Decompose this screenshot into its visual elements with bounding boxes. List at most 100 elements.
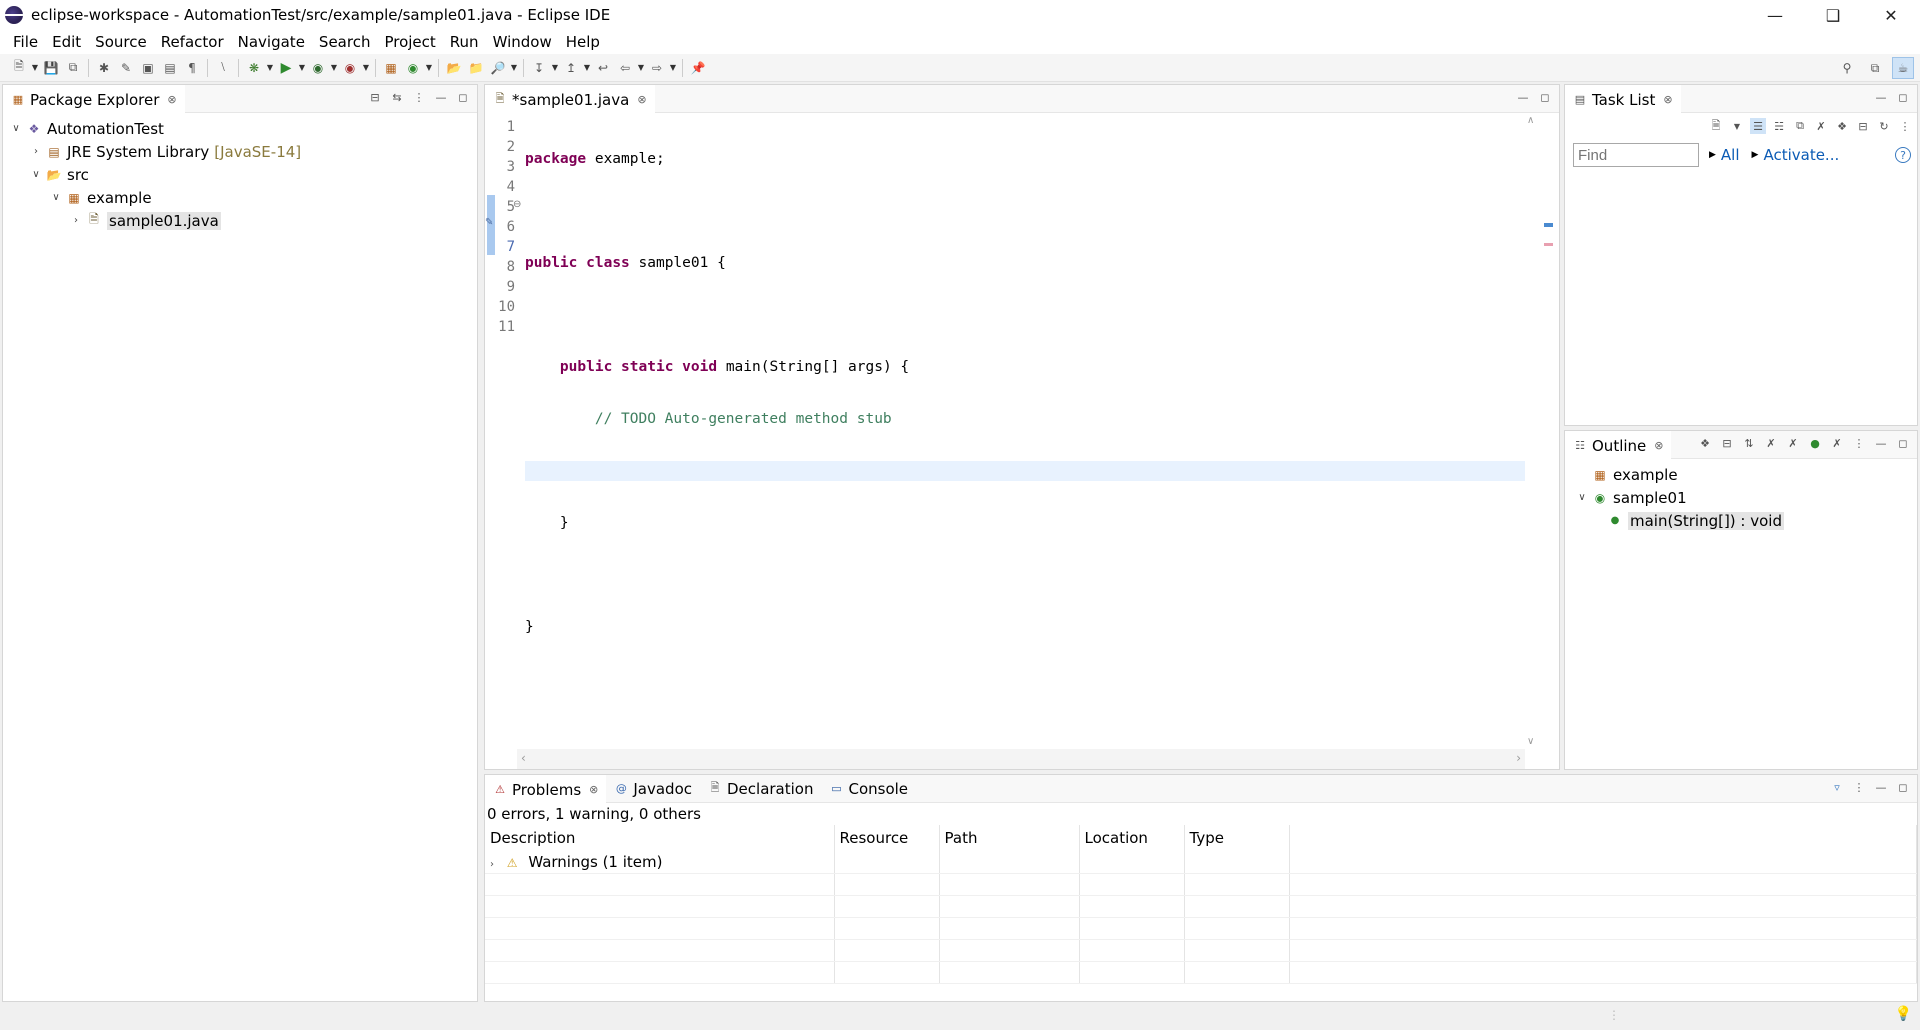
menu-refactor[interactable]: Refactor	[154, 33, 231, 51]
view-menu-icon[interactable]: ⋮	[411, 89, 427, 105]
tab-declaration[interactable]: 🗎 Declaration	[700, 775, 821, 803]
menu-window[interactable]: Window	[486, 33, 559, 51]
maximize-view-icon[interactable]: ◻	[1895, 89, 1911, 105]
column-header-type[interactable]: Type	[1184, 825, 1290, 851]
external-tools-icon[interactable]: ◉	[339, 57, 361, 79]
menu-file[interactable]: File	[6, 33, 45, 51]
whitespace-icon[interactable]: ¶	[181, 57, 203, 79]
scroll-down-icon[interactable]: ∨	[1527, 736, 1534, 747]
menu-source[interactable]: Source	[88, 33, 154, 51]
maximize-view-icon[interactable]: ◻	[1895, 779, 1911, 795]
close-tab-icon[interactable]: ⊗	[1654, 439, 1663, 452]
activate-link[interactable]: Activate...	[1763, 146, 1839, 164]
maximize-view-icon[interactable]: ◻	[455, 89, 471, 105]
outline-item-method[interactable]: ● main(String[]) : void	[1565, 509, 1917, 532]
next-annotation-dropdown-icon[interactable]: ▼	[550, 63, 560, 72]
run-icon[interactable]: ▶	[275, 57, 297, 79]
new-task-dropdown-icon[interactable]: ▼	[1729, 118, 1745, 134]
search-dropdown-icon[interactable]: ▼	[509, 63, 519, 72]
chevron-down-icon[interactable]: ∨	[49, 192, 63, 203]
skip-breakpoints-icon[interactable]: ⧵	[212, 57, 234, 79]
editor-horizontal-scrollbar[interactable]: ‹ ›	[517, 749, 1525, 769]
tree-item-src[interactable]: ∨ 📂 src	[3, 163, 477, 186]
hide-static-icon[interactable]: ✗	[1785, 435, 1801, 451]
scroll-right-icon[interactable]: ›	[1516, 751, 1521, 765]
new-java-package-icon[interactable]: ▦	[380, 57, 402, 79]
tree-item-package[interactable]: ∨ ▦ example	[3, 186, 477, 209]
menu-edit[interactable]: Edit	[45, 33, 88, 51]
close-tab-icon[interactable]: ⊗	[167, 93, 176, 106]
tree-item-file[interactable]: › 🗎 sample01.java	[3, 209, 477, 232]
hide-local-types-icon[interactable]: ✗	[1829, 435, 1845, 451]
minimize-button[interactable]: —	[1746, 0, 1804, 30]
open-type-icon[interactable]: 📂	[443, 57, 465, 79]
tip-lightbulb-icon[interactable]: 💡	[1895, 1006, 1912, 1022]
focus-icon[interactable]: ❖	[1697, 435, 1713, 451]
search-tool-icon[interactable]: 🔎	[487, 57, 509, 79]
forward-dropdown-icon[interactable]: ▼	[668, 63, 678, 72]
save-all-icon[interactable]: ⧉	[62, 57, 84, 79]
all-link[interactable]: All	[1721, 146, 1740, 164]
scheduled-icon[interactable]: ☵	[1771, 118, 1787, 134]
forward-icon[interactable]: ⇨	[646, 57, 668, 79]
close-tab-icon[interactable]: ⊗	[589, 783, 598, 796]
task-find-input[interactable]	[1573, 143, 1699, 167]
chevron-down-icon[interactable]: ∨	[9, 123, 23, 134]
link-with-editor-icon[interactable]: ⇆	[389, 89, 405, 105]
open-task-icon[interactable]: 📁	[465, 57, 487, 79]
minimize-view-icon[interactable]: —	[1873, 779, 1889, 795]
toggle-mark-icon[interactable]: ✱	[93, 57, 115, 79]
column-header-path[interactable]: Path	[939, 825, 1080, 851]
chevron-down-icon[interactable]: ∨	[29, 169, 43, 180]
next-annotation-icon[interactable]: ↧	[528, 57, 550, 79]
tab-sample01-java[interactable]: 🗎 *sample01.java ⊗	[485, 84, 655, 113]
coverage-icon[interactable]: ◉	[307, 57, 329, 79]
tree-item-jre[interactable]: › ▤ JRE System Library [JavaSE-14]	[3, 140, 477, 163]
tab-javadoc[interactable]: @ Javadoc	[606, 775, 700, 803]
menu-run[interactable]: Run	[443, 33, 486, 51]
editor-body[interactable]: ✎ 1 2 3 4 5 6 7 8 9 10 11 ⊖ package exam…	[485, 113, 1559, 769]
fold-icon[interactable]: ⊖	[513, 199, 521, 210]
view-menu-icon[interactable]: ⋮	[1851, 435, 1867, 451]
table-row[interactable]: › ⚠ Warnings (1 item)	[485, 851, 1917, 874]
maximize-view-icon[interactable]: ◻	[1537, 89, 1553, 105]
annotation-icon[interactable]: ✎	[115, 57, 137, 79]
open-perspective-icon[interactable]: ⧉	[1864, 57, 1886, 79]
menu-search[interactable]: Search	[312, 33, 378, 51]
view-menu-icon[interactable]: ⋮	[1897, 118, 1913, 134]
menu-project[interactable]: Project	[377, 33, 442, 51]
run-dropdown-icon[interactable]: ▼	[297, 63, 307, 72]
help-icon[interactable]: ?	[1895, 147, 1911, 163]
minimize-view-icon[interactable]: —	[1873, 435, 1889, 451]
close-tab-icon[interactable]: ⊗	[637, 93, 646, 106]
sort-icon[interactable]: ⇅	[1741, 435, 1757, 451]
minimize-view-icon[interactable]: —	[1873, 89, 1889, 105]
new-java-class-icon[interactable]: ◉	[402, 57, 424, 79]
coverage-dropdown-icon[interactable]: ▼	[329, 63, 339, 72]
column-header-resource[interactable]: Resource	[834, 825, 940, 851]
close-button[interactable]: ✕	[1862, 0, 1920, 30]
tab-console[interactable]: ▭ Console	[821, 775, 916, 803]
task-overview-marker[interactable]	[1544, 223, 1553, 227]
new-icon[interactable]: 🗎	[8, 57, 30, 79]
pin-editor-icon[interactable]: 📌	[687, 57, 709, 79]
previous-annotation-dropdown-icon[interactable]: ▼	[582, 63, 592, 72]
scroll-left-icon[interactable]: ‹	[521, 751, 526, 765]
categorized-icon[interactable]: ☰	[1750, 118, 1766, 134]
view-menu-icon[interactable]: ⋮	[1851, 779, 1867, 795]
overview-ruler[interactable]	[1539, 113, 1559, 749]
chevron-right-icon[interactable]: ›	[490, 859, 494, 870]
java-perspective-icon[interactable]: ☕	[1892, 57, 1914, 79]
sync-icon[interactable]: ↻	[1876, 118, 1892, 134]
chevron-down-icon[interactable]: ∨	[1575, 492, 1589, 503]
debug-dropdown-icon[interactable]: ▼	[265, 63, 275, 72]
back-dropdown-icon[interactable]: ▼	[636, 63, 646, 72]
maximize-button[interactable]: ❑	[1804, 0, 1862, 30]
hide-fields-icon[interactable]: ✗	[1763, 435, 1779, 451]
menu-help[interactable]: Help	[559, 33, 607, 51]
tab-package-explorer[interactable]: ▦ Package Explorer ⊗	[3, 84, 185, 113]
minimize-view-icon[interactable]: —	[433, 89, 449, 105]
chevron-right-icon[interactable]: ›	[69, 215, 83, 226]
column-header-description[interactable]: Description	[485, 825, 835, 851]
close-tab-icon[interactable]: ⊗	[1663, 93, 1672, 106]
